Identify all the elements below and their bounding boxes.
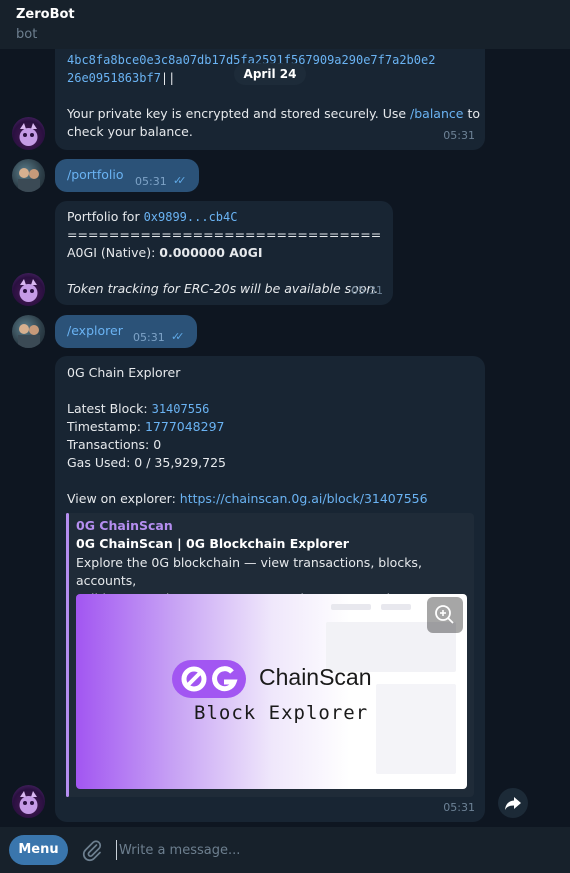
wallet-address[interactable]: 0x9899...cb4C bbox=[144, 210, 238, 224]
gas-used: Gas Used: 0 / 35,929,725 bbox=[67, 455, 226, 470]
wallet-note: Your private key is encrypted and stored… bbox=[67, 105, 480, 123]
transactions-count: Transactions: 0 bbox=[67, 437, 162, 452]
timestamp-value[interactable]: 1777048297 bbox=[145, 419, 225, 434]
message-explorer-command: /explorer 05:31 ✓✓ bbox=[55, 315, 197, 348]
latest-block-value[interactable]: 31407556 bbox=[152, 402, 210, 416]
native-balance: A0GI (Native): 0.000000 A0GI bbox=[67, 244, 263, 262]
view-on-explorer-label: View on explorer: bbox=[67, 491, 180, 506]
explorer-command-text[interactable]: /explorer bbox=[67, 322, 123, 340]
forward-button[interactable] bbox=[498, 788, 528, 818]
message-time: 05:31 bbox=[135, 175, 167, 188]
explorer-url-link[interactable]: https://chainscan.0g.ai/block/31407556 bbox=[180, 491, 428, 506]
user-avatar[interactable] bbox=[12, 315, 45, 348]
link-preview[interactable]: 0G ChainScan 0G ChainScan | 0G Blockchai… bbox=[66, 513, 474, 797]
bot-avatar[interactable] bbox=[12, 273, 45, 306]
bot-avatar[interactable] bbox=[12, 117, 45, 150]
portfolio-label: Portfolio for bbox=[67, 209, 144, 224]
forward-arrow-icon bbox=[505, 797, 521, 810]
portfolio-command-text[interactable]: /portfolio bbox=[67, 166, 123, 184]
wallet-note-post: to bbox=[463, 106, 480, 121]
message-portfolio-command: /portfolio 05:31 ✓✓ bbox=[55, 159, 199, 192]
preview-image-brand: ChainScan bbox=[259, 664, 372, 690]
preview-title: 0G ChainScan | 0G Blockchain Explorer bbox=[76, 536, 349, 551]
message-portfolio: Portfolio for 0x9899...cb4C ============… bbox=[55, 201, 393, 305]
latest-block: Latest Block: 31407556 bbox=[67, 400, 209, 418]
zoom-image-button[interactable] bbox=[427, 597, 463, 633]
preview-image[interactable]: ChainScan Block Explorer bbox=[76, 594, 467, 789]
timestamp: Timestamp: 1777048297 bbox=[67, 418, 225, 436]
message-time: 05:31 bbox=[133, 331, 165, 344]
bot-avatar[interactable] bbox=[12, 785, 45, 818]
image-ghost-element bbox=[331, 604, 371, 610]
balance-command-link[interactable]: /balance bbox=[410, 106, 463, 121]
date-chip: April 24 bbox=[234, 63, 306, 85]
chat-title: ZeroBot bbox=[16, 7, 75, 22]
read-checkmarks-icon: ✓✓ bbox=[173, 174, 187, 187]
image-ghost-element bbox=[381, 604, 411, 610]
explorer-title: 0G Chain Explorer bbox=[67, 365, 181, 380]
chat-header[interactable]: ZeroBot bot bbox=[0, 0, 570, 49]
native-balance-value: 0.000000 A0GI bbox=[159, 245, 263, 260]
portfolio-heading: Portfolio for 0x9899...cb4C bbox=[67, 208, 237, 226]
latest-block-label: Latest Block: bbox=[67, 401, 152, 416]
preview-site-name: 0G ChainScan bbox=[76, 518, 173, 533]
image-ghost-element bbox=[376, 684, 456, 774]
token-tracking-note: Token tracking for ERC-20s will be avail… bbox=[67, 281, 379, 296]
native-balance-label: A0GI (Native): bbox=[67, 245, 160, 260]
bot-menu-button[interactable]: Menu bbox=[9, 835, 68, 865]
wallet-note-pre: Your private key is encrypted and stored… bbox=[67, 106, 411, 121]
user-avatar[interactable] bbox=[12, 159, 45, 192]
message-input[interactable] bbox=[116, 840, 559, 860]
composer-bar: Menu bbox=[0, 827, 570, 873]
private-key-line2[interactable]: 26e0951863bf7 bbox=[67, 71, 161, 85]
preview-description-line1: Explore the 0G blockchain — view transac… bbox=[76, 555, 422, 588]
chainscan-logo-icon bbox=[172, 660, 246, 698]
private-key-suffix: || bbox=[160, 71, 176, 85]
message-time: 05:31 bbox=[443, 801, 475, 814]
explorer-link-row: View on explorer: https://chainscan.0g.a… bbox=[67, 490, 428, 508]
portfolio-divider: ============================== bbox=[67, 227, 382, 242]
message-time: 05:31 bbox=[443, 129, 475, 142]
private-key-line2-row: 26e0951863bf7|| bbox=[67, 69, 175, 87]
message-time: 05:31 bbox=[351, 284, 383, 297]
preview-image-subtitle: Block Explorer bbox=[194, 702, 369, 724]
zoom-in-icon bbox=[435, 605, 454, 624]
read-checkmarks-icon: ✓✓ bbox=[171, 330, 185, 343]
chat-status: bot bbox=[16, 27, 38, 42]
attach-paperclip-icon[interactable] bbox=[80, 838, 104, 862]
message-list[interactable]: April 24 4bc8fa8bce0e3c8a07db17d5fa2591f… bbox=[0, 49, 570, 827]
preview-accent-bar bbox=[66, 513, 69, 797]
timestamp-label: Timestamp: bbox=[67, 419, 145, 434]
wallet-note-line2: check your balance. bbox=[67, 124, 193, 139]
